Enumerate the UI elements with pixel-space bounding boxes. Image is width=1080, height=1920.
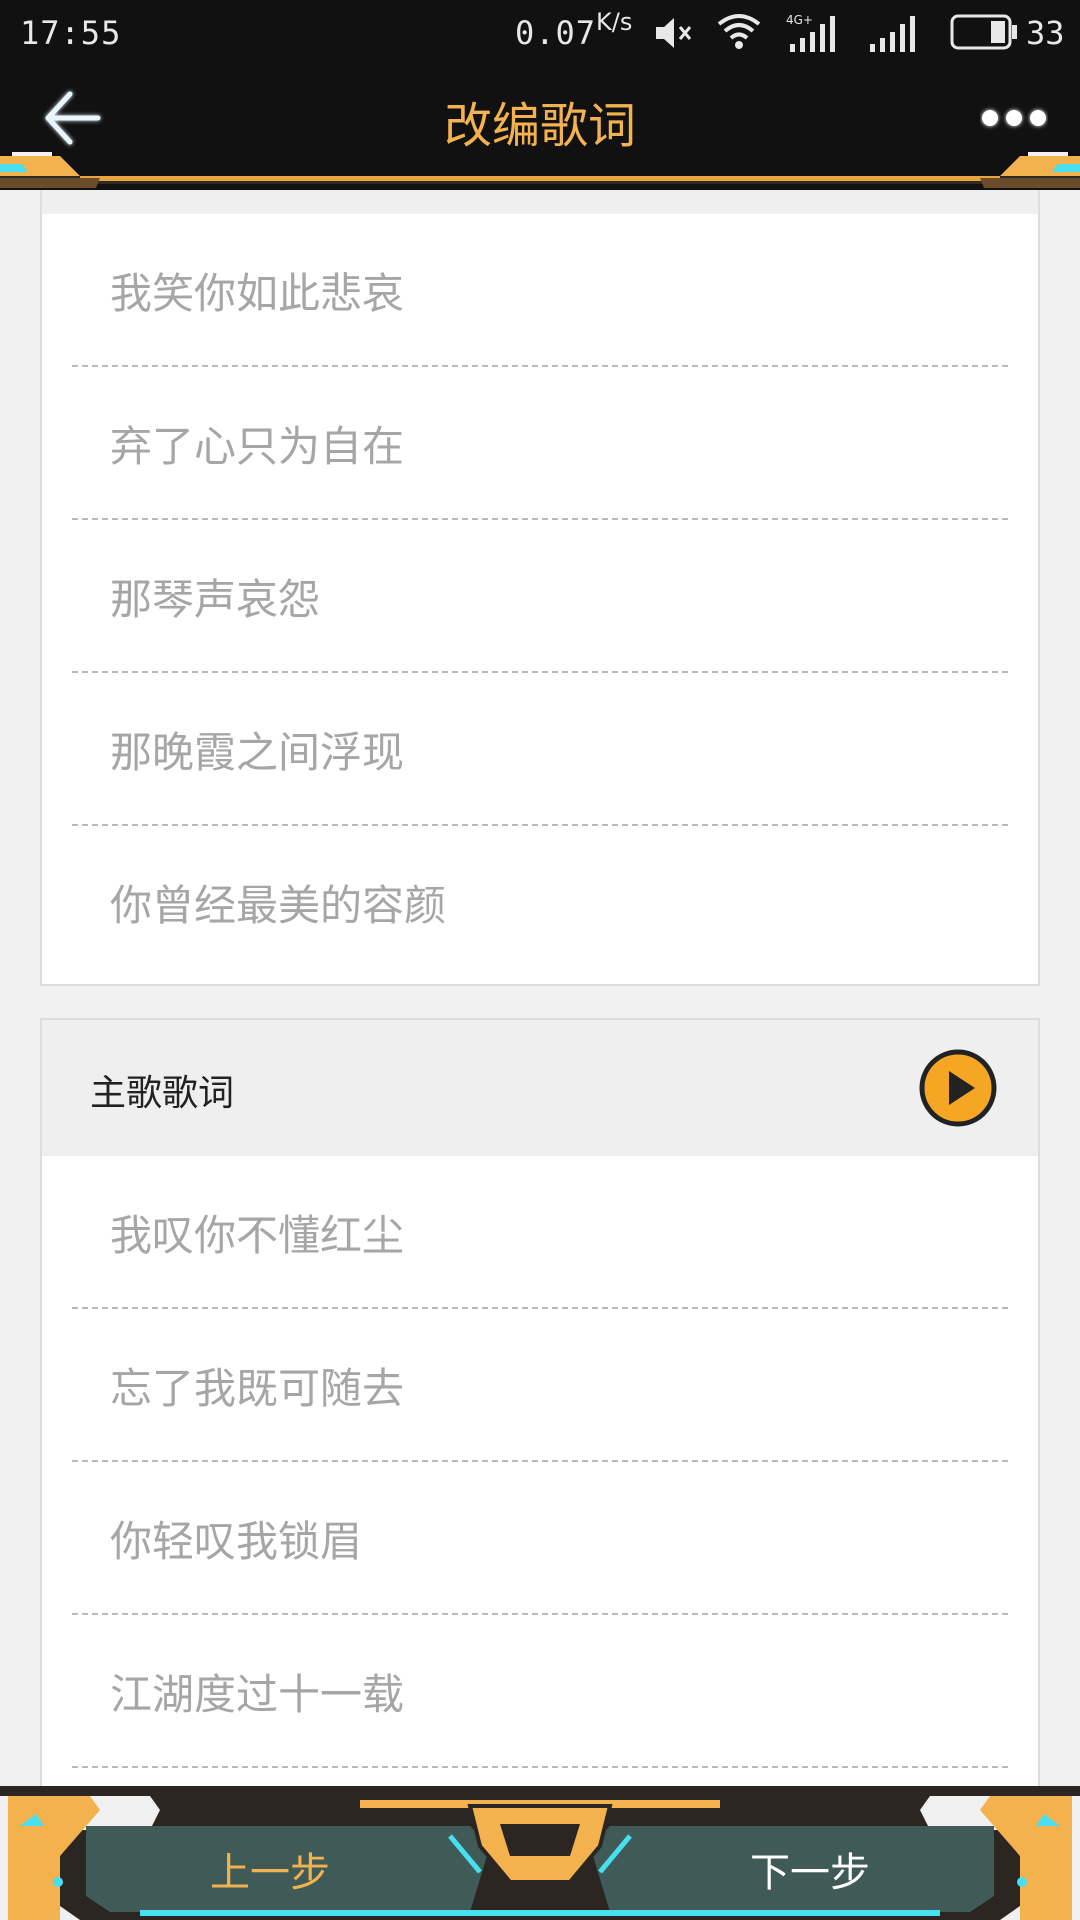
status-bar: 17:55 0.07 K/s 4G+ 33 xyxy=(0,0,1080,66)
battery-icon xyxy=(950,14,1017,50)
lyric-line[interactable]: 你曾经最美的容颜 xyxy=(42,826,1038,979)
section-header: 主歌歌词 xyxy=(42,1020,1038,1156)
signal-icon xyxy=(870,16,915,52)
more-dots-icon[interactable] xyxy=(980,102,1048,134)
lyric-line[interactable]: 弃了心只为自在 xyxy=(42,367,1038,520)
lyric-text: 忘了我既可随去 xyxy=(110,1364,405,1413)
mute-icon xyxy=(656,18,692,48)
lyric-line[interactable]: 我笑你如此悲哀 xyxy=(42,214,1038,367)
wifi-icon xyxy=(717,14,761,49)
play-icon[interactable] xyxy=(918,1048,998,1128)
status-net-unit: K/s xyxy=(596,8,633,36)
lyric-text: 那琴声哀怨 xyxy=(110,575,321,624)
app-header: 改编歌词 xyxy=(0,66,1080,190)
header-decoration xyxy=(0,152,1080,188)
lyric-text: 你轻叹我锁眉 xyxy=(110,1517,363,1566)
lyric-text: 江湖度过十一载 xyxy=(110,1670,405,1719)
signal-4g-icon: 4G+ xyxy=(786,13,835,52)
lyrics-card-1: 我笑你如此悲哀 弃了心只为自在 那琴声哀怨 那晚霞之间浮现 你曾经最美的容颜 xyxy=(40,190,1040,986)
page-title: 改编歌词 xyxy=(443,98,636,154)
battery-percent: 33 xyxy=(1026,14,1065,52)
lyric-line[interactable]: 忘了我既可随去 xyxy=(42,1309,1038,1462)
lyrics-card-2: 主歌歌词 我叹你不懂红尘 忘了我既可随去 你轻叹我锁眉 江湖度过十一载 xyxy=(40,1018,1040,1790)
status-net-speed: 0.07 xyxy=(515,14,597,52)
lyric-line[interactable]: 我叹你不懂红尘 xyxy=(42,1156,1038,1309)
lyrics-content[interactable]: 我笑你如此悲哀 弃了心只为自在 那琴声哀怨 那晚霞之间浮现 你曾经最美的容颜 主… xyxy=(0,190,1080,1790)
lyric-text: 弃了心只为自在 xyxy=(110,422,405,471)
lyric-line[interactable]: 江湖度过十一载 xyxy=(42,1615,1038,1768)
section-title: 主歌歌词 xyxy=(90,1073,235,1114)
lyric-line[interactable]: 你轻叹我锁眉 xyxy=(42,1462,1038,1615)
lyric-text: 我叹你不懂红尘 xyxy=(110,1211,405,1260)
card-header-strip xyxy=(42,190,1038,214)
prev-step-button[interactable]: 上一步 xyxy=(120,1838,420,1908)
lyric-line[interactable]: 那琴声哀怨 xyxy=(42,520,1038,673)
lyric-text: 你曾经最美的容颜 xyxy=(110,881,447,930)
lyric-text: 我笑你如此悲哀 xyxy=(110,269,405,318)
app-root: 17:55 0.07 K/s 4G+ 33 改编歌词 我笑你如此悲哀 弃了心只为… xyxy=(0,0,1080,1920)
lyric-line[interactable]: 那晚霞之间浮现 xyxy=(42,673,1038,826)
svg-text:4G+: 4G+ xyxy=(786,13,813,27)
lyric-text: 那晚霞之间浮现 xyxy=(110,728,405,777)
next-step-button[interactable]: 下一步 xyxy=(660,1838,960,1908)
status-time: 17:55 xyxy=(20,14,122,52)
bottom-bar: 上一步 下一步 xyxy=(0,1786,1080,1920)
